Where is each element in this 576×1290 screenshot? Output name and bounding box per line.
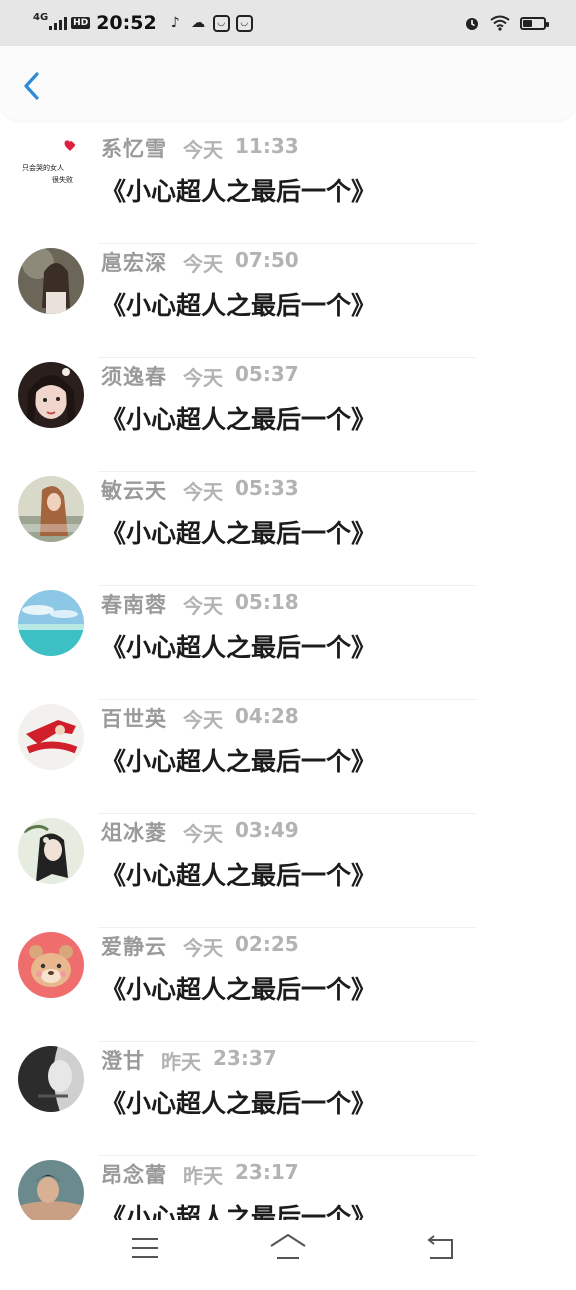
avatar[interactable] <box>18 362 84 428</box>
message-title: 《小心超人之最后一个》 <box>101 1089 377 1118</box>
row-divider <box>98 927 476 928</box>
message-title: 《小心超人之最后一个》 <box>101 519 377 548</box>
sender-name: 须逸春 <box>101 365 167 389</box>
battery-icon <box>520 16 549 30</box>
svg-text:很失败: 很失败 <box>52 175 73 184</box>
message-day: 今天 <box>183 366 223 390</box>
message-time: 23:37 <box>213 1046 277 1070</box>
message-time: 02:25 <box>235 932 299 956</box>
message-day: 今天 <box>183 138 223 162</box>
sender-name: 昂念蕾 <box>101 1163 167 1187</box>
message-day: 今天 <box>183 936 223 960</box>
message-day: 今天 <box>183 708 223 732</box>
sender-name: 百世英 <box>101 707 167 731</box>
app-notification-icon: ◡ <box>235 14 253 32</box>
message-title: 《小心超人之最后一个》 <box>101 975 377 1004</box>
row-divider <box>98 699 476 700</box>
message-title: 《小心超人之最后一个》 <box>101 405 377 434</box>
svg-text:只会哭的女人: 只会哭的女人 <box>22 163 64 172</box>
sender-name: 春南蓉 <box>101 593 167 617</box>
message-title: 《小心超人之最后一个》 <box>101 861 377 890</box>
message-time: 05:33 <box>235 476 299 500</box>
avatar[interactable] <box>18 1046 84 1112</box>
avatar[interactable] <box>18 476 84 542</box>
row-divider <box>98 357 476 358</box>
message-row[interactable]: 百世英 今天 04:28 《小心超人之最后一个》 <box>0 704 576 834</box>
message-time: 04:28 <box>235 704 299 728</box>
menu-icon[interactable] <box>125 1230 165 1266</box>
app-notification-icon: ◡ <box>212 14 230 32</box>
message-time: 23:17 <box>235 1160 299 1184</box>
clock: 20:52 <box>96 12 157 34</box>
message-day: 今天 <box>183 822 223 846</box>
message-row[interactable]: 扈宏深 今天 07:50 《小心超人之最后一个》 <box>0 248 576 378</box>
network-type: 4G <box>33 11 49 23</box>
avatar[interactable] <box>18 818 84 884</box>
sender-name: 爱静云 <box>101 935 167 959</box>
avatar[interactable] <box>18 1160 84 1226</box>
signal-icon <box>49 16 68 30</box>
row-divider <box>98 813 476 814</box>
top-header <box>0 46 576 120</box>
sender-name: 敏云天 <box>101 479 167 503</box>
row-divider <box>98 471 476 472</box>
message-time: 05:37 <box>235 362 299 386</box>
row-divider <box>98 243 476 244</box>
message-time: 11:33 <box>235 134 299 158</box>
message-day: 昨天 <box>161 1050 201 1074</box>
avatar[interactable]: 只会哭的女人很失败 <box>18 134 84 200</box>
message-time: 03:49 <box>235 818 299 842</box>
sender-name: 系忆雪 <box>101 137 167 161</box>
cloud-icon: ☁ <box>191 15 206 31</box>
message-row[interactable]: 澄甘 昨天 23:37 《小心超人之最后一个》 <box>0 1046 576 1176</box>
message-day: 昨天 <box>183 1164 223 1188</box>
message-row[interactable]: 敏云天 今天 05:33 《小心超人之最后一个》 <box>0 476 576 606</box>
wifi-icon <box>490 15 510 31</box>
message-title: 《小心超人之最后一个》 <box>101 177 377 206</box>
message-title: 《小心超人之最后一个》 <box>101 633 377 662</box>
avatar[interactable] <box>18 248 84 314</box>
back-icon[interactable] <box>420 1230 460 1266</box>
alarm-icon <box>466 18 478 30</box>
sender-name: 扈宏深 <box>101 251 167 275</box>
home-icon[interactable] <box>268 1230 308 1266</box>
message-row[interactable]: 须逸春 今天 05:37 《小心超人之最后一个》 <box>0 362 576 492</box>
avatar[interactable] <box>18 590 84 656</box>
message-row[interactable]: 俎冰菱 今天 03:49 《小心超人之最后一个》 <box>0 818 576 948</box>
message-title: 《小心超人之最后一个》 <box>101 747 377 776</box>
tiktok-icon: ♪ <box>170 15 180 31</box>
message-row[interactable]: 爱静云 今天 02:25 《小心超人之最后一个》 <box>0 932 576 1062</box>
avatar[interactable] <box>18 932 84 998</box>
sender-name: 澄甘 <box>101 1049 145 1073</box>
message-title: 《小心超人之最后一个》 <box>101 291 377 320</box>
message-time: 07:50 <box>235 248 299 272</box>
avatar[interactable] <box>18 704 84 770</box>
chevron-left-icon[interactable] <box>18 70 46 102</box>
row-divider <box>98 1041 476 1042</box>
sender-name: 俎冰菱 <box>101 821 167 845</box>
message-row[interactable]: 春南蓉 今天 05:18 《小心超人之最后一个》 <box>0 590 576 720</box>
status-bar: 4G HD 20:52 ♪ ☁ ◡ ◡ <box>0 0 576 46</box>
message-day: 今天 <box>183 480 223 504</box>
message-time: 05:18 <box>235 590 299 614</box>
message-day: 今天 <box>183 252 223 276</box>
message-day: 今天 <box>183 594 223 618</box>
hd-badge: HD <box>71 17 91 29</box>
message-row[interactable]: 只会哭的女人 很失败 系忆雪 今天 11:33 《小心超人之最后一个》 <box>0 134 576 264</box>
row-divider <box>98 1155 476 1156</box>
row-divider <box>98 585 476 586</box>
system-nav-bar <box>0 1220 576 1280</box>
